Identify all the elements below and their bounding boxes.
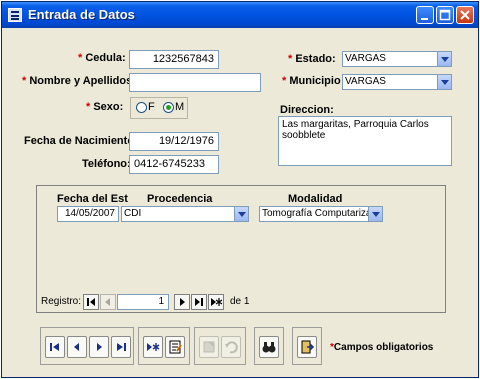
municipio-dropdown-icon[interactable] <box>437 75 451 89</box>
nombre-label: * Nombre y Apellidos: <box>22 75 136 87</box>
previous-icon <box>74 343 79 351</box>
go-previous-button[interactable] <box>67 336 87 358</box>
save-icon <box>203 341 215 353</box>
municipio-combobox[interactable]: VARGAS <box>342 74 452 90</box>
cedula-label: * Cedula: <box>78 52 126 64</box>
first-record-icon <box>87 298 95 306</box>
estado-value: VARGAS <box>345 53 386 64</box>
telefono-field[interactable]: 0412-6745233 <box>129 155 219 174</box>
required-fields-note: *Campos obligatorios <box>330 342 434 353</box>
record-label: Registro: <box>41 296 82 307</box>
minimize-button[interactable] <box>416 6 434 24</box>
column-header-modalidad: Modalidad <box>288 193 343 205</box>
go-first-button[interactable] <box>45 336 65 358</box>
nombre-field[interactable] <box>129 73 261 92</box>
window-title: Entrada de Datos <box>28 7 135 22</box>
close-button[interactable] <box>456 6 474 24</box>
row-fecha-cell[interactable]: 14/05/2007 <box>57 206 119 222</box>
cedula-field[interactable]: 1232567843 <box>129 50 219 69</box>
next-record-icon <box>180 298 185 306</box>
title-bar[interactable]: Entrada de Datos <box>2 2 478 28</box>
sexo-option-m-label: M <box>175 101 185 113</box>
row-procedencia-value: CDI <box>124 208 142 219</box>
column-header-procedencia: Procedencia <box>147 193 213 205</box>
row-procedencia-combobox[interactable]: CDI <box>121 206 249 222</box>
estado-combobox[interactable]: VARGAS <box>342 51 452 67</box>
sexo-option-f-label: F <box>148 101 155 113</box>
form-window: Entrada de Datos * Cedula: 1232567843 * … <box>1 1 479 378</box>
edit-record-button[interactable] <box>165 336 185 358</box>
direccion-field[interactable]: Las margaritas, Parroquia Carlos soobble… <box>278 116 452 166</box>
binoculars-icon <box>262 342 276 353</box>
estudios-subform: Fecha del Est Procedencia Modalidad 14/0… <box>36 185 446 313</box>
sexo-option-group: F M <box>130 97 188 119</box>
close-icon <box>460 10 470 20</box>
undo-record-button[interactable] <box>221 336 241 358</box>
edit-button-group <box>138 327 190 365</box>
maximize-button[interactable] <box>436 6 454 24</box>
undo-icon <box>225 341 238 354</box>
previous-record-icon <box>105 298 110 306</box>
find-record-button[interactable] <box>259 336 279 358</box>
column-header-fecha: Fecha del Est <box>57 193 128 205</box>
exit-button-group <box>292 327 322 365</box>
exit-door-icon <box>301 340 315 354</box>
maximize-icon <box>439 9 451 21</box>
search-button-group <box>254 327 284 365</box>
municipio-label: * Municipio <box>282 75 341 87</box>
estado-dropdown-icon[interactable] <box>437 52 451 66</box>
undo-button-group <box>194 327 246 365</box>
estado-label: * Estado: <box>288 53 336 65</box>
procedencia-dropdown-icon[interactable] <box>234 207 248 221</box>
save-record-button[interactable] <box>199 336 219 358</box>
last-record-button[interactable] <box>191 294 207 310</box>
record-total-label: de 1 <box>230 296 250 307</box>
first-icon <box>50 343 59 351</box>
sexo-label: * Sexo: <box>86 101 124 113</box>
record-navigation-bar: Registro: 1 de 1 <box>37 292 445 312</box>
municipio-value: VARGAS <box>345 76 386 87</box>
fecha-nacimiento-label: Fecha de Nacimiento: <box>24 135 138 147</box>
current-record-field[interactable]: 1 <box>117 294 169 310</box>
previous-record-button[interactable] <box>100 294 116 310</box>
row-modalidad-value: Tomografía Computarizada <box>262 208 383 219</box>
minimize-icon <box>421 18 428 20</box>
edit-note-icon <box>169 340 182 354</box>
exit-form-button[interactable] <box>297 336 317 358</box>
row-modalidad-combobox[interactable]: Tomografía Computarizada <box>259 206 383 222</box>
new-record-button[interactable] <box>208 294 224 310</box>
add-record-button[interactable] <box>143 336 163 358</box>
modalidad-dropdown-icon[interactable] <box>368 207 382 221</box>
direccion-label: Direccion: <box>280 104 334 116</box>
form-body: * Cedula: 1232567843 * Nombre y Apellido… <box>6 30 474 375</box>
next-icon <box>97 343 102 351</box>
sexo-radio-f[interactable] <box>136 102 147 113</box>
last-record-icon <box>195 298 203 306</box>
add-record-icon <box>147 343 160 351</box>
telefono-label: Teléfono: <box>82 158 131 170</box>
go-last-button[interactable] <box>111 336 131 358</box>
navigation-button-group <box>40 327 134 365</box>
last-icon <box>117 343 126 351</box>
form-icon <box>8 8 22 22</box>
fecha-nacimiento-field[interactable]: 19/12/1976 <box>129 132 219 151</box>
next-record-button[interactable] <box>174 294 190 310</box>
go-next-button[interactable] <box>89 336 109 358</box>
sexo-radio-m[interactable] <box>163 102 174 113</box>
first-record-button[interactable] <box>83 294 99 310</box>
new-record-icon <box>211 298 223 306</box>
